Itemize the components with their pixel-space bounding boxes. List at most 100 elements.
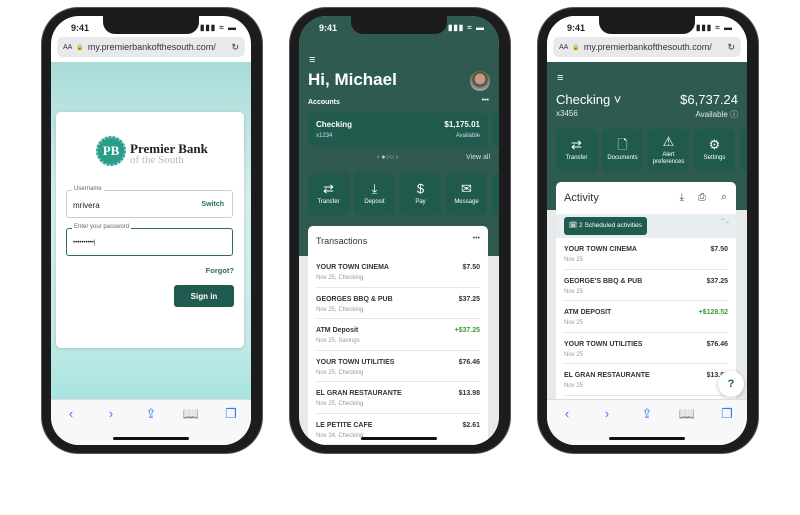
switch-link[interactable]: Switch <box>201 201 224 208</box>
date: Nov 25, Checking <box>316 275 364 281</box>
action-pay[interactable]: $ Pay <box>400 173 441 215</box>
username-field[interactable]: Username mrivera Switch <box>66 186 233 218</box>
next-account-card[interactable] <box>492 113 499 147</box>
more-actions[interactable] <box>492 173 499 215</box>
dashboard-screen: 9:41 ▮▮▮ ≈ ▬ ≡ Hi, Michael Accounts ••• C… <box>299 16 499 445</box>
transaction-row[interactable]: GEORGE'S BBQ & PUB Nov 25 $37.25 <box>564 270 728 301</box>
transactions-card: Transactions ••• YOUR TOWN CINEMA Nov 25, … <box>308 226 488 445</box>
text-size-button[interactable]: AA <box>63 44 72 51</box>
merchant: EL GRAN RESTAURANTE <box>564 372 650 379</box>
expand-icon[interactable]: ⌃⌄ <box>720 219 730 225</box>
scheduled-activities-button[interactable]: 🗓 2 Scheduled activities <box>564 217 647 235</box>
amount: $7.50 <box>710 246 728 253</box>
phone-account: 9:41 ▮▮▮ ≈ ▬ AA 🔒 my.premierbankofthesouth.… <box>538 8 758 453</box>
transaction-row[interactable]: YOUR TOWN CINEMA Nov 25, Checking $7.50 <box>316 256 480 288</box>
time: 9:41 <box>71 23 90 33</box>
download-icon[interactable]: ⤓ <box>680 192 684 203</box>
balance-label: Available <box>455 133 480 139</box>
date: Nov 25 <box>564 257 584 263</box>
transaction-row[interactable]: YOUR TOWN UTILITIES Nov 25 $76.46 <box>564 333 728 364</box>
print-icon[interactable]: ⎙ <box>698 192 706 203</box>
transaction-row[interactable]: ATM Deposit Nov 25, Savings +$37.25 <box>316 319 480 351</box>
tabs-icon[interactable]: ❐ <box>717 406 737 445</box>
view-all-link[interactable]: View all <box>466 154 490 161</box>
home-indicator <box>113 437 189 440</box>
scheduled-band: 🗓 2 Scheduled activities ⌃⌄ <box>556 214 736 238</box>
activity-list: YOUR TOWN CINEMA Nov 25 $7.50 GEORGE'S BBQ … <box>556 238 736 396</box>
action-label: Settings <box>703 155 726 162</box>
transactions-list: YOUR TOWN CINEMA Nov 25, Checking $7.50 GEO… <box>308 256 488 445</box>
action-icon: ⇄ <box>323 181 334 197</box>
account-number: x3456 <box>556 109 578 118</box>
transaction-row[interactable]: EL GRAN RESTAURANTE Nov 25 $13.98 <box>564 364 728 396</box>
action-transfer[interactable]: ⇄ Transfer <box>556 129 597 171</box>
transaction-row[interactable]: YOUR TOWN UTILITIES Nov 25, Checking $76.4… <box>316 351 480 382</box>
url-text[interactable]: my.premierbankofthesouth.com/ <box>88 42 228 52</box>
amount: +$37.25 <box>454 327 481 334</box>
transactions-more-icon[interactable]: ••• <box>473 235 480 242</box>
text-size-button[interactable]: AA <box>559 44 568 51</box>
reload-icon[interactable]: ↻ <box>727 42 735 53</box>
amount: +$128.52 <box>698 309 728 316</box>
transaction-row[interactable]: ATM DEPOSIT Nov 25 +$128.52 <box>564 301 728 333</box>
activity-card: Activity ⤓ ⎙ ⌕ 🗓 2 Scheduled activities ⌃… <box>556 182 736 399</box>
logo-subtitle: of the South <box>130 154 184 166</box>
forgot-link[interactable]: Forgot? <box>206 266 234 275</box>
signal-icons: ▮▮▮ ≈ ▬ <box>447 23 485 32</box>
date: Nov 25 <box>564 320 584 326</box>
amount: $76.46 <box>458 358 480 366</box>
action-icon: ⚙ <box>708 137 721 153</box>
transaction-row[interactable]: LE PETITE CAFE Nov 24, Checking $2.61 <box>316 414 480 445</box>
menu-icon[interactable]: ≡ <box>309 54 315 66</box>
back-icon[interactable]: ‹ <box>557 406 577 445</box>
address-bar[interactable]: AA 🔒 my.premierbankofthesouth.com/↻ <box>57 37 245 57</box>
merchant: YOUR TOWN UTILITIES <box>564 340 643 348</box>
activity-title: Activity <box>564 192 599 204</box>
action-transfer[interactable]: ⇄ Transfer <box>308 173 349 215</box>
quick-actions: ⇄ Transfer 🗋 Documents ⚠ Alert preferences ⚙ Se… <box>556 129 747 171</box>
accounts-more-icon[interactable]: ••• <box>482 97 489 104</box>
avatar[interactable] <box>470 71 490 91</box>
back-icon[interactable]: ‹ <box>61 406 81 445</box>
tabs-icon[interactable]: ❐ <box>221 406 241 445</box>
sign-in-button[interactable]: Sign in <box>174 285 234 307</box>
transactions-header: Transactions ••• <box>308 226 488 256</box>
search-icon[interactable]: ⌕ <box>721 191 727 204</box>
merchant: LE PETITE CAFE <box>316 421 373 429</box>
help-button[interactable]: ? <box>718 371 744 397</box>
reload-icon[interactable]: ↻ <box>231 42 239 53</box>
action-label: Alert preferences <box>652 152 685 165</box>
account-selector[interactable]: Checking ˅ <box>556 92 621 107</box>
merchant: YOUR TOWN CINEMA <box>316 264 389 271</box>
home-indicator <box>609 437 685 440</box>
menu-icon[interactable]: ≡ <box>557 72 563 84</box>
transaction-row[interactable]: EL GRAN RESTAURANTE Nov 25, Checking $13.9… <box>316 382 480 414</box>
action-label: Transfer <box>565 155 588 162</box>
action-settings[interactable]: ⚙ Settings <box>694 129 735 171</box>
lock-icon: 🔒 <box>572 44 580 51</box>
amount: $37.25 <box>458 295 480 303</box>
date: Nov 25, Checking <box>316 369 364 376</box>
action-label: Documents <box>607 155 638 162</box>
account-pager[interactable]: ‹ ●○○ › <box>377 154 398 161</box>
action-deposit[interactable]: ⤓ Deposit <box>354 173 395 215</box>
quick-actions: ⇄ Transfer ⤓ Deposit $ Pay ✉ Message <box>308 173 499 215</box>
login-card: PB Premier Bank of the South Username mri… <box>56 112 244 348</box>
more-actions[interactable] <box>740 129 747 171</box>
action-message[interactable]: ✉ Message <box>446 173 487 215</box>
action-documents[interactable]: 🗋 Documents <box>602 129 643 171</box>
account-card[interactable]: Checking x1234 $1,175.01 Available <box>308 113 488 147</box>
notch <box>351 16 447 34</box>
merchant: YOUR TOWN CINEMA <box>564 246 637 253</box>
account-screen: 9:41 ▮▮▮ ≈ ▬ AA 🔒 my.premierbankofthesouth.… <box>547 16 747 445</box>
time: 9:41 <box>567 23 586 33</box>
password-field[interactable]: Enter your password ••••••••••| <box>66 224 233 256</box>
transaction-row[interactable]: GEORGES BBQ & PUB Nov 25, Checking $37.25 <box>316 288 480 319</box>
transaction-row[interactable]: YOUR TOWN CINEMA Nov 25 $7.50 <box>564 238 728 270</box>
address-bar[interactable]: AA 🔒 my.premierbankofthesouth.com/↻ <box>553 37 741 57</box>
amount: $37.25 <box>706 277 728 285</box>
action-alert-preferences[interactable]: ⚠ Alert preferences <box>648 129 689 171</box>
url-text[interactable]: my.premierbankofthesouth.com/ <box>584 42 724 52</box>
merchant: ATM DEPOSIT <box>564 309 612 316</box>
signal-icons: ▮▮▮ ≈ ▬ <box>199 23 237 32</box>
